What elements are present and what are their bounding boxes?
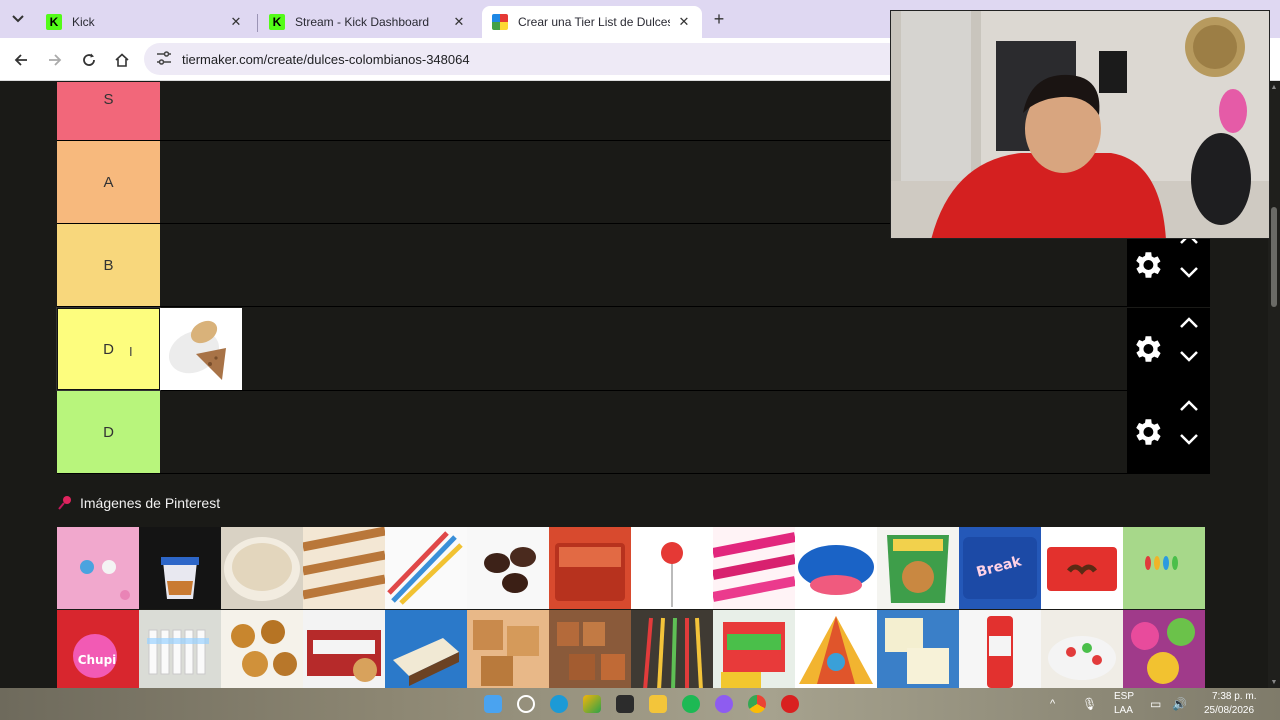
webcam-overlay <box>890 10 1270 239</box>
chrome-icon[interactable] <box>748 695 766 713</box>
tier-controls <box>1127 391 1210 473</box>
tab-kick[interactable]: K Kick ✕ <box>36 6 254 38</box>
kick-icon: K <box>269 14 285 30</box>
pinterest-section-title: Imágenes de Pinterest <box>57 495 220 511</box>
windows-start-icon[interactable] <box>484 695 502 713</box>
tier-label[interactable]: A <box>57 141 160 223</box>
candy-image[interactable] <box>139 610 221 688</box>
close-tab-icon[interactable]: ✕ <box>676 14 692 30</box>
tier-row-d-editing: D I <box>56 307 1210 391</box>
back-icon[interactable] <box>8 47 34 73</box>
microphone-icon[interactable]: 🎙 <box>1082 697 1097 711</box>
move-down-icon[interactable] <box>1177 262 1201 282</box>
gear-icon[interactable] <box>1130 332 1164 366</box>
scroll-down-icon[interactable]: ▼ <box>1270 679 1278 686</box>
scroll-up-icon[interactable]: ▲ <box>1270 84 1278 91</box>
edge-icon[interactable] <box>550 695 568 713</box>
candy-image[interactable]: Chupi <box>57 610 139 688</box>
tab-kick-dashboard[interactable]: K Stream - Kick Dashboard ✕ <box>259 6 477 38</box>
new-tab-icon[interactable]: + <box>708 8 730 30</box>
gear-icon[interactable] <box>1130 248 1164 282</box>
app-icon[interactable] <box>583 695 601 713</box>
candy-image[interactable] <box>959 610 1041 688</box>
tier-label[interactable]: S <box>57 82 160 140</box>
move-up-icon[interactable] <box>1177 396 1201 416</box>
tab-title: Kick <box>72 15 95 29</box>
candy-image[interactable] <box>549 610 631 688</box>
move-up-icon[interactable] <box>1177 313 1201 333</box>
candy-image[interactable] <box>1041 527 1123 609</box>
tray-chevron-icon[interactable]: ^ <box>1050 698 1055 710</box>
candy-image[interactable]: Break <box>959 527 1041 609</box>
candy-image[interactable] <box>631 610 713 688</box>
candy-image[interactable] <box>877 527 959 609</box>
candy-image[interactable] <box>385 610 467 688</box>
app-icon[interactable] <box>616 695 634 713</box>
scroll-thumb[interactable] <box>1271 207 1277 307</box>
tier-controls <box>1127 308 1210 390</box>
candy-image[interactable] <box>303 610 385 688</box>
candy-image[interactable] <box>303 527 385 609</box>
pushpin-icon <box>58 496 71 510</box>
candy-image[interactable] <box>1041 610 1123 688</box>
language-sub: LAA <box>1114 705 1133 716</box>
tiermaker-icon <box>492 14 508 30</box>
windows-taskbar: ^ 🎙 ESP LAA ▭ 🔊 7:38 p. m. 25/08/2026 <box>0 688 1280 720</box>
clock-time[interactable]: 7:38 p. m. <box>1212 691 1256 702</box>
reload-icon[interactable] <box>76 47 102 73</box>
candy-image[interactable] <box>549 527 631 609</box>
tier-label[interactable]: D <box>57 391 160 473</box>
move-down-icon[interactable] <box>1177 346 1201 366</box>
tab-tiermaker[interactable]: Crear una Tier List de Dulces co ✕ <box>482 6 702 38</box>
tier-row-d: D <box>57 391 1210 474</box>
section-title-text: Imágenes de Pinterest <box>80 495 221 511</box>
language-indicator[interactable]: ESP <box>1114 691 1134 702</box>
tier-item-image[interactable] <box>160 308 242 390</box>
text-cursor-icon: I <box>129 344 133 359</box>
candy-image[interactable] <box>139 527 221 609</box>
candy-image[interactable] <box>795 610 877 688</box>
candy-image[interactable] <box>631 527 713 609</box>
spotify-icon[interactable] <box>682 695 700 713</box>
candy-image[interactable] <box>57 527 139 609</box>
candy-image[interactable] <box>1123 527 1205 609</box>
candy-image[interactable] <box>1123 610 1205 688</box>
candy-image[interactable] <box>467 527 549 609</box>
tab-divider <box>257 14 258 32</box>
tab-search-chevron-icon[interactable] <box>6 7 30 31</box>
network-icon[interactable]: ▭ <box>1150 697 1161 711</box>
candy-image[interactable] <box>795 527 877 609</box>
candy-image[interactable] <box>221 610 303 688</box>
candy-image[interactable] <box>467 610 549 688</box>
file-explorer-icon[interactable] <box>649 695 667 713</box>
close-tab-icon[interactable]: ✕ <box>451 14 467 30</box>
close-tab-icon[interactable]: ✕ <box>228 14 244 30</box>
url-text: tiermaker.com/create/dulces-colombianos-… <box>182 51 470 67</box>
home-icon[interactable] <box>109 47 135 73</box>
forward-icon[interactable] <box>42 47 68 73</box>
volume-icon[interactable]: 🔊 <box>1172 697 1187 711</box>
address-bar[interactable]: tiermaker.com/create/dulces-colombianos-… <box>144 43 904 75</box>
gear-icon[interactable] <box>1130 415 1164 449</box>
candy-image[interactable] <box>385 527 467 609</box>
tier-items <box>160 308 242 390</box>
kick-icon: K <box>46 14 62 30</box>
candy-image[interactable] <box>713 527 795 609</box>
candy-image[interactable] <box>221 527 303 609</box>
tier-label[interactable]: B <box>57 224 160 306</box>
move-down-icon[interactable] <box>1177 429 1201 449</box>
tab-title: Crear una Tier List de Dulces co <box>518 15 670 29</box>
svg-text:Chupi: Chupi <box>78 653 117 667</box>
clock-date[interactable]: 25/08/2026 <box>1204 705 1254 716</box>
tab-title: Stream - Kick Dashboard <box>295 15 430 29</box>
app-icon[interactable] <box>781 695 799 713</box>
search-icon[interactable] <box>517 695 535 713</box>
app-icon[interactable] <box>715 695 733 713</box>
candy-image[interactable] <box>713 610 795 688</box>
site-settings-icon[interactable] <box>156 50 176 68</box>
candy-image[interactable] <box>877 610 959 688</box>
tier-label-editing[interactable]: D <box>56 307 161 391</box>
